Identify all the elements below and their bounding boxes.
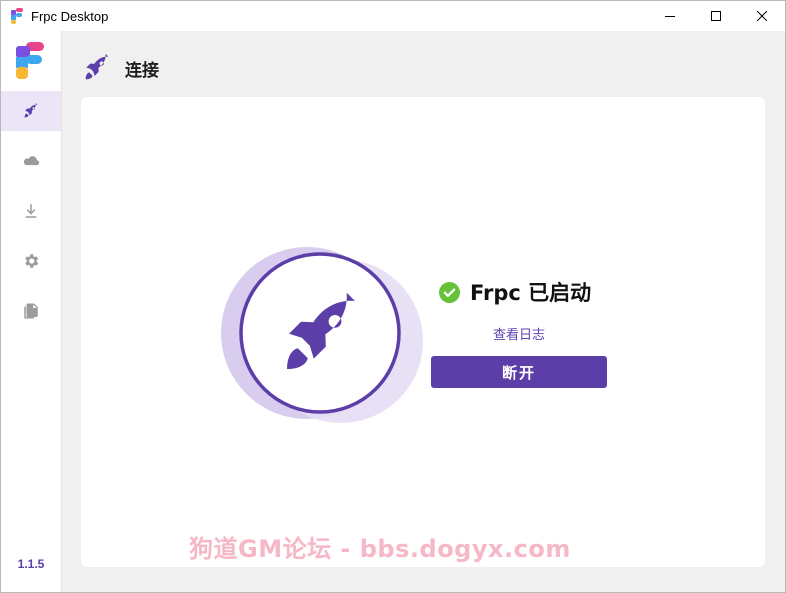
download-icon [25,204,37,218]
minimize-button[interactable] [647,1,693,31]
sidebar-item-settings[interactable] [1,241,61,281]
close-icon [757,11,767,21]
connection-card: Frpc 已启动 查看日志 断开 狗道GM论坛 - bbs.dogyx.com [81,97,765,567]
cloud-icon [23,156,40,166]
page-header: 连接 [81,51,159,85]
check-circle-icon [439,281,460,303]
sidebar-item-files[interactable] [1,291,61,331]
minimize-icon [665,16,675,17]
sidebar: 1.1.5 [1,31,62,592]
maximize-button[interactable] [693,1,739,31]
app-logo [16,42,44,80]
close-button[interactable] [739,1,785,31]
status-text: Frpc 已启动 [470,281,592,305]
view-log-link[interactable]: 查看日志 [431,324,607,343]
watermark-text: 狗道GM论坛 - bbs.dogyx.com [189,535,571,563]
rocket-icon [85,53,109,80]
maximize-icon [711,11,721,21]
window-title: Frpc Desktop [31,8,109,24]
rocket-icon [24,103,38,118]
version-label: 1.1.5 [17,557,45,571]
sidebar-item-connect[interactable] [1,91,61,131]
status-row: Frpc 已启动 [439,277,591,307]
sidebar-item-download[interactable] [1,191,61,231]
window-controls [647,1,785,31]
sidebar-item-cloud[interactable] [1,141,61,181]
app-window: Frpc Desktop 1.1.5 连接 Frpc 已启动 查看日志 断开 狗… [0,0,786,593]
file-copy-icon [24,303,38,319]
page-title: 连接 [125,60,159,81]
gear-icon [25,254,39,268]
app-logo-small-icon [11,8,23,24]
disconnect-button[interactable]: 断开 [431,356,607,388]
title-bar[interactable]: Frpc Desktop [1,1,785,31]
status-illustration [221,247,423,423]
